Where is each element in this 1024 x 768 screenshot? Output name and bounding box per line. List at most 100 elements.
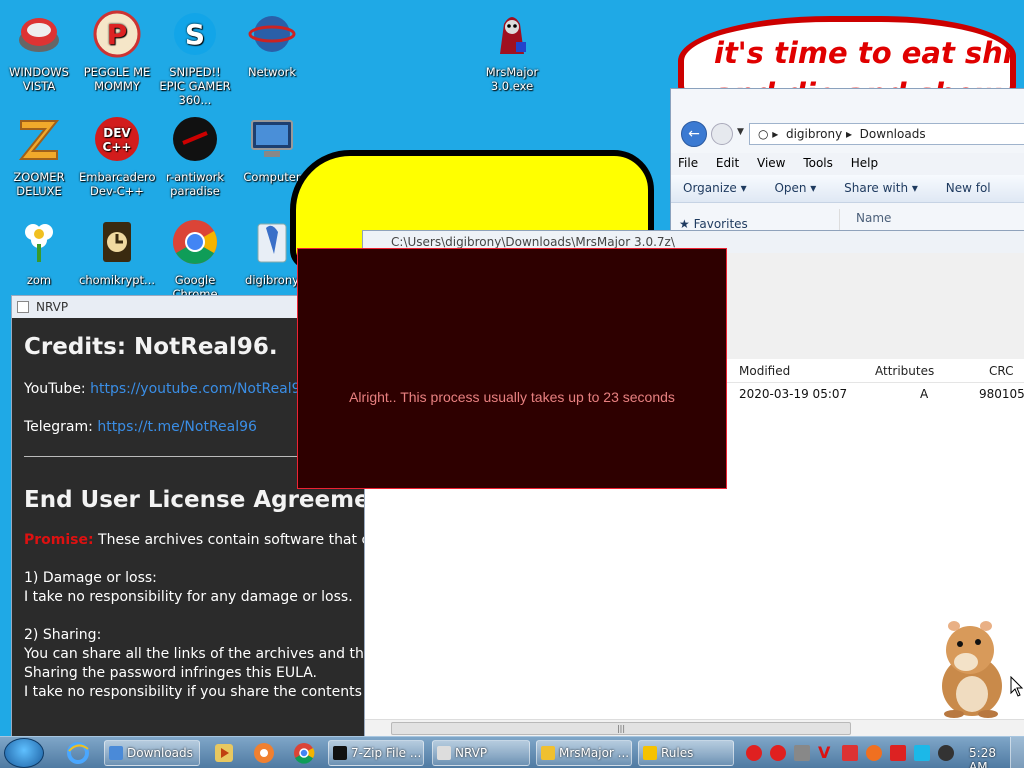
desktop-icon-label: PEGGLE ME MOMMY bbox=[83, 65, 151, 93]
hamster-icon[interactable] bbox=[932, 614, 1012, 720]
favorites-nav-item[interactable]: ★ Favorites bbox=[679, 217, 748, 231]
pinwheel-icon[interactable] bbox=[252, 741, 276, 765]
desktop-icon-devcpp[interactable]: DEV C++ Embarcadero Dev-C++ bbox=[79, 115, 156, 198]
promise-text: These archives contain software that can… bbox=[98, 532, 364, 548]
menu-tools[interactable]: Tools bbox=[796, 153, 840, 173]
forward-arrow-icon[interactable] bbox=[711, 123, 733, 145]
start-button[interactable] bbox=[4, 738, 44, 768]
taskbar-mrsmajor[interactable]: MrsMajor ... bbox=[536, 740, 632, 766]
crc-column-header[interactable]: CRC bbox=[989, 364, 1014, 378]
network-globe-icon bbox=[248, 16, 296, 52]
desktop-icon-chomikrypt[interactable]: chomikrypt... bbox=[79, 218, 155, 287]
breadcrumb-user[interactable]: digibrony bbox=[786, 127, 842, 141]
skull-reaper-icon bbox=[500, 17, 526, 54]
open-button[interactable]: Open ▾ bbox=[762, 175, 828, 201]
chrome-icon bbox=[173, 220, 217, 264]
desktop-icon-sniped[interactable]: S SNIPED!! EPIC GAMER 360... bbox=[157, 10, 233, 107]
item2-line2: Sharing the password infringes this EULA… bbox=[24, 665, 317, 681]
tray-app-icon[interactable] bbox=[794, 745, 810, 761]
telegram-label: Telegram: bbox=[24, 419, 98, 435]
desktop-icon-label: MrsMajor 3.0.exe bbox=[485, 65, 539, 93]
internet-explorer-icon[interactable] bbox=[66, 741, 90, 765]
stop-sign-icon-2[interactable] bbox=[770, 745, 786, 761]
attributes-column-header[interactable]: Attributes bbox=[875, 364, 934, 378]
popup-message: Alright.. This process usually takes up … bbox=[349, 389, 675, 405]
item2-title: 2) Sharing: bbox=[24, 627, 102, 643]
desktop-icon-label: zom bbox=[26, 273, 52, 287]
desktop-icon-windows-vista[interactable]: WINDOWS VISTA bbox=[1, 10, 77, 93]
taskbar: Downloads 7-Zip File ... NRVP MrsMajor .… bbox=[0, 736, 1024, 768]
v-tray-icon[interactable]: V bbox=[818, 745, 834, 761]
desktop-icon-network[interactable]: Network bbox=[234, 10, 310, 79]
chrome-taskbar-icon[interactable] bbox=[292, 741, 316, 765]
promise-label: Promise: bbox=[24, 532, 94, 548]
desktop-icon-peggle[interactable]: P PEGGLE ME MOMMY bbox=[79, 10, 155, 93]
name-column-header[interactable]: Name bbox=[839, 209, 1024, 231]
address-bar[interactable]: ○ ▸ digibrony ▸ Downloads bbox=[749, 123, 1024, 145]
favorites-label: Favorites bbox=[693, 217, 748, 231]
command-bar: Organize ▾ Open ▾ Share with ▾ New fol bbox=[671, 175, 1024, 203]
nrvp-title: NRVP bbox=[36, 300, 69, 314]
desktop-icon-zom[interactable]: zom bbox=[1, 218, 77, 287]
taskbar-label: MrsMajor ... bbox=[559, 746, 630, 760]
telegram-link[interactable]: https://t.me/NotReal96 bbox=[97, 419, 257, 435]
peggle-icon: P bbox=[93, 10, 141, 58]
svg-text:DEV: DEV bbox=[103, 126, 131, 140]
taskbar-label: Rules bbox=[661, 746, 694, 760]
item1-text: I take no responsibility for any damage … bbox=[24, 589, 353, 605]
item1-title: 1) Damage or loss: bbox=[24, 570, 157, 586]
nrvp-window-icon bbox=[437, 746, 451, 760]
desktop-icon-chrome[interactable]: Google Chrome bbox=[157, 218, 233, 301]
red-tray-icon[interactable] bbox=[842, 745, 858, 761]
folder-icon: ○ bbox=[758, 127, 769, 141]
media-player-icon[interactable] bbox=[212, 741, 236, 765]
desktop-icon-label: ZOOMER DELUXE bbox=[13, 170, 65, 198]
menu-edit[interactable]: Edit bbox=[709, 153, 746, 173]
desktop-icon-label: r-antiwork paradise bbox=[165, 170, 224, 198]
menu-help[interactable]: Help bbox=[844, 153, 885, 173]
stop-sign-icon[interactable] bbox=[746, 745, 762, 761]
desktop-icon-mrsmajor[interactable]: MrsMajor 3.0.exe bbox=[474, 10, 550, 93]
desktop-icon-computer[interactable]: Computer bbox=[234, 115, 310, 184]
search-tray-icon[interactable] bbox=[866, 745, 882, 761]
clock[interactable]: 5:28 AM bbox=[969, 746, 996, 768]
flag-icon[interactable] bbox=[890, 745, 906, 761]
taskbar-7zip[interactable]: 7-Zip File ... bbox=[328, 740, 424, 766]
back-arrow-icon[interactable]: ← bbox=[681, 121, 707, 147]
breadcrumb-folder[interactable]: Downloads bbox=[860, 127, 926, 141]
desktop-icon-zoomer[interactable]: ZOOMER DELUXE bbox=[1, 115, 77, 198]
show-desktop-button[interactable] bbox=[1010, 737, 1024, 768]
horizontal-scrollbar[interactable]: ||| bbox=[363, 719, 1024, 737]
desktop-icon-label: Network bbox=[247, 65, 297, 79]
desktop-icon-label: WINDOWS VISTA bbox=[9, 65, 69, 93]
new-folder-button[interactable]: New fol bbox=[934, 175, 1003, 201]
monitor-tray-icon[interactable] bbox=[914, 745, 930, 761]
youtube-link[interactable]: https://youtube.com/NotReal96 bbox=[90, 381, 309, 397]
item2-line1: You can share all the links of the archi… bbox=[24, 646, 365, 662]
desktop-icon-antiwork[interactable]: r-antiwork paradise bbox=[157, 115, 233, 198]
menu-file[interactable]: File bbox=[671, 153, 705, 173]
explorer-window[interactable]: ← ▼ ○ ▸ digibrony ▸ Downloads File Edit … bbox=[670, 88, 1024, 238]
taskbar-rules[interactable]: Rules bbox=[638, 740, 734, 766]
taskbar-downloads[interactable]: Downloads bbox=[104, 740, 200, 766]
window-icon bbox=[17, 301, 29, 313]
antiwork-icon bbox=[173, 117, 217, 161]
speaker-icon[interactable] bbox=[938, 745, 954, 761]
computer-icon bbox=[251, 120, 293, 157]
speech-text-line1: it's time to eat shit bbox=[714, 36, 1016, 70]
devcpp-icon: DEVC++ bbox=[95, 117, 139, 161]
organize-button[interactable]: Organize ▾ bbox=[671, 175, 759, 201]
history-dropdown-icon[interactable]: ▼ bbox=[737, 127, 744, 137]
taskbar-label: NRVP bbox=[455, 746, 488, 760]
taskbar-nrvp[interactable]: NRVP bbox=[432, 740, 530, 766]
share-with-button[interactable]: Share with ▾ bbox=[832, 175, 930, 201]
scrollbar-thumb[interactable]: ||| bbox=[391, 722, 851, 735]
star-icon bbox=[541, 746, 555, 760]
desktop-icon-label: SNIPED!! EPIC GAMER 360... bbox=[159, 65, 231, 107]
youtube-label: YouTube: bbox=[24, 381, 91, 397]
zoomer-z-icon bbox=[18, 120, 60, 160]
svg-text:P: P bbox=[107, 18, 128, 51]
explorer-folder-icon bbox=[109, 746, 123, 760]
menu-view[interactable]: View bbox=[750, 153, 792, 173]
modified-column-header[interactable]: Modified bbox=[739, 364, 790, 378]
